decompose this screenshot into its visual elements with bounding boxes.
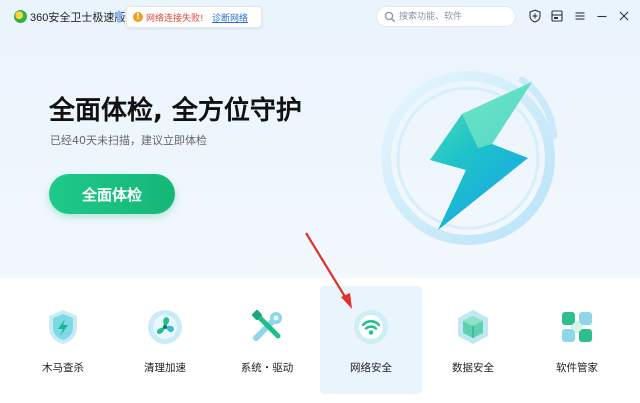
- warning-icon: !: [133, 12, 143, 22]
- tool-trojan-scan[interactable]: 木马查杀: [12, 286, 114, 394]
- wifi-icon: [354, 310, 388, 344]
- full-scan-button[interactable]: 全面体检: [49, 174, 175, 214]
- close-icon[interactable]: [617, 9, 631, 23]
- tool-label: 软件管家: [556, 362, 598, 374]
- tool-software-manager[interactable]: 软件管家: [526, 286, 628, 394]
- scan-reminder-text: 已经40天未扫描，建议立即体检: [50, 134, 207, 147]
- diagnose-network-link[interactable]: 诊断网络: [212, 11, 248, 24]
- network-warning-popup: ! 网络连接失败! 诊断网络: [126, 6, 262, 28]
- search-input[interactable]: [399, 9, 509, 24]
- tool-label: 木马查杀: [42, 362, 84, 374]
- lightning-shield-icon: [381, 71, 558, 245]
- tool-label: 系统・驱动: [240, 362, 294, 374]
- tools-bar: 木马查杀 清理加速 系统・驱动 网络安全 数据安全 软件管家: [0, 278, 640, 403]
- search-icon: [384, 11, 396, 23]
- network-warning-text: 网络连接失败!: [146, 14, 204, 24]
- upgrade-arrow-icon[interactable]: [113, 9, 125, 23]
- menu-icon[interactable]: [573, 9, 587, 23]
- title-bar: 360安全卫士极速版 ! 网络连接失败! 诊断网络: [0, 0, 640, 34]
- tool-label: 网络安全: [350, 362, 392, 374]
- cube-icon: [458, 310, 488, 344]
- tool-label: 数据安全: [452, 362, 494, 374]
- minimize-icon[interactable]: [595, 9, 609, 23]
- shield-plus-icon[interactable]: [528, 9, 542, 23]
- hero-panel: 360安全卫士极速版 ! 网络连接失败! 诊断网络 搜索功能、软件 全面体检, …: [0, 0, 640, 278]
- apps-grid-icon: [562, 312, 592, 342]
- tool-network-security[interactable]: 网络安全: [320, 286, 422, 394]
- tool-label: 清理加速: [144, 362, 186, 374]
- skin-icon[interactable]: [550, 9, 564, 23]
- shield-bolt-icon: [49, 310, 77, 344]
- search-box[interactable]: [376, 6, 516, 27]
- app-logo-icon: [14, 10, 27, 23]
- wrench-screwdriver-icon: [251, 309, 282, 341]
- tool-data-security[interactable]: 数据安全: [422, 286, 524, 394]
- tool-cleanup[interactable]: 清理加速: [114, 286, 216, 394]
- tool-system-driver[interactable]: 系统・驱动: [216, 286, 318, 394]
- hero-title: 全面体检, 全方位守护: [49, 96, 302, 126]
- fan-icon: [148, 310, 182, 344]
- app-title: 360安全卫士极速版: [30, 12, 126, 24]
